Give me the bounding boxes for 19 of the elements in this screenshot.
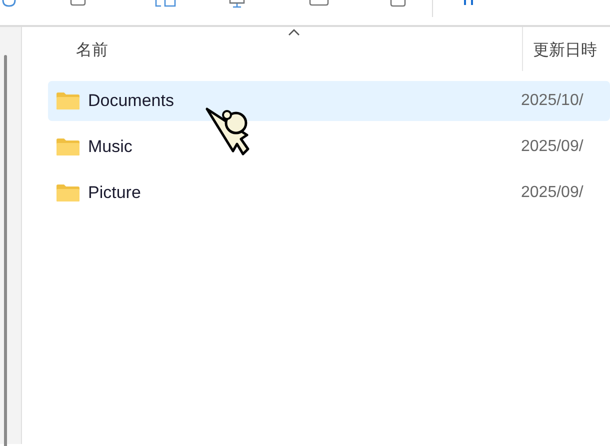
toolbar-icon[interactable] [309, 0, 329, 6]
toolbar-icon[interactable] [155, 0, 177, 8]
toolbar-icon[interactable] [2, 0, 16, 8]
column-header[interactable]: 更新日時 [533, 42, 597, 59]
modified-date: 2025/09/ [521, 137, 584, 157]
folder-icon [56, 184, 80, 202]
modified-date: 2025/09/ [521, 183, 584, 203]
folder-icon [56, 138, 80, 156]
file-name: Picture [88, 182, 142, 204]
file-name: Documents [88, 90, 175, 112]
toolbar-icon[interactable] [70, 0, 86, 6]
file-name: Music [88, 136, 134, 158]
toolbar-icon[interactable] [390, 0, 406, 7]
folder-icon [56, 92, 80, 110]
scrollbar-thumb[interactable] [4, 55, 7, 446]
modified-date: 2025/10/ [521, 91, 584, 111]
file-row[interactable]: Documents 2025/10/ [48, 81, 610, 121]
toolbar-icon[interactable] [463, 0, 475, 6]
column-header[interactable]: 名前 [76, 42, 108, 59]
